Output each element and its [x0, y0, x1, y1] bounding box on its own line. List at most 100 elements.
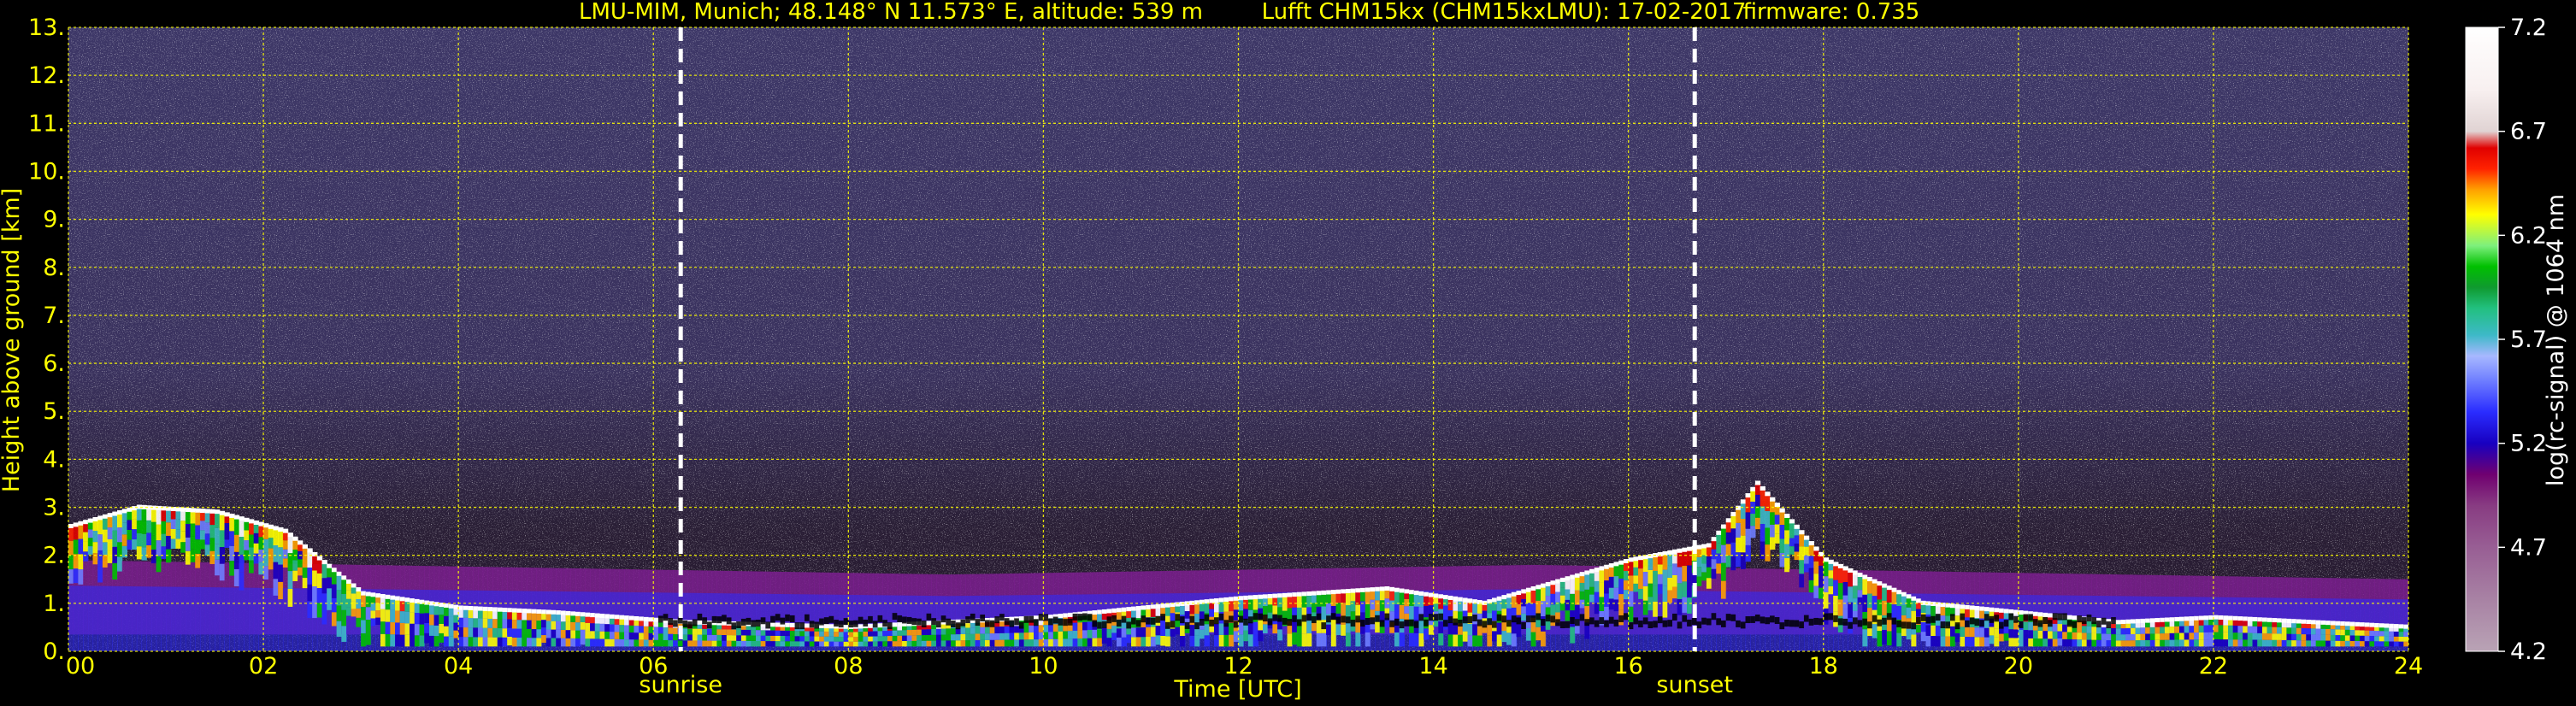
cloud-cell — [882, 631, 888, 637]
cloud-top-cell — [224, 512, 230, 517]
y-tick-label: 10. — [28, 158, 65, 185]
low-layer-cell — [1696, 621, 1702, 629]
cloud-cell — [951, 640, 957, 647]
colorbar-tick-label: 6.2 — [2510, 222, 2547, 249]
cloud-cell — [321, 609, 327, 625]
y-tick-label: 12. — [28, 62, 65, 89]
cloud-top-cell — [1067, 612, 1074, 617]
cloud-top-cell — [2364, 622, 2370, 627]
cloud-cell — [1608, 587, 1615, 599]
cloud-cell — [877, 636, 883, 642]
cloud-cell — [1891, 632, 1897, 647]
low-layer-cell — [1116, 620, 1123, 627]
cloud-cell — [951, 634, 957, 641]
cloud-top-cell — [1111, 608, 1117, 613]
aerosol-cell — [150, 586, 157, 651]
cloud-cell — [2257, 639, 2263, 647]
cloud-cell — [731, 640, 737, 647]
cloud-cell — [341, 626, 347, 642]
cloud-cell — [1706, 567, 1712, 579]
low-layer-cell — [1218, 613, 1224, 621]
cloud-top-cell — [1345, 588, 1352, 593]
cloud-cell — [307, 568, 313, 585]
cloud-cell — [1355, 632, 1361, 647]
cloud-cell — [1916, 624, 1922, 633]
cloud-cell — [2091, 639, 2097, 647]
cloud-top-cell — [1989, 607, 1995, 612]
cloud-top-cell — [2184, 616, 2190, 621]
cloud-cell — [946, 628, 952, 635]
cloud-cell — [1087, 630, 1093, 638]
cloud-cell — [1911, 610, 1917, 623]
cloud-cell — [1574, 590, 1581, 605]
cloud-cell — [419, 613, 425, 625]
cloud-cell — [1633, 575, 1639, 584]
cloud-cell — [1920, 622, 1927, 632]
cloud-cell — [2223, 625, 2229, 632]
cloud-cell — [1638, 568, 1644, 580]
cloud-top-cell — [112, 511, 118, 516]
cloud-cell — [1018, 639, 1025, 647]
cloud-cell — [1662, 553, 1668, 570]
cloud-cell — [1950, 636, 1956, 647]
cloud-cell — [439, 632, 445, 643]
cloud-cell — [906, 635, 913, 641]
cloud-cell — [722, 640, 728, 647]
cloud-cell — [902, 640, 908, 647]
cloud-cell — [248, 521, 255, 535]
y-tick-label: 2. — [43, 543, 65, 569]
cloud-top-cell — [2018, 610, 2025, 615]
low-layer-cell — [1545, 615, 1552, 622]
cloud-cell — [1808, 580, 1814, 593]
cloud-cell — [161, 521, 167, 534]
cloud-top-cell — [868, 623, 874, 628]
cloud-cell — [185, 537, 192, 551]
cloud-cell — [224, 523, 230, 532]
cloud-cell — [127, 539, 133, 550]
colorbar-ticks: 4.24.75.25.76.26.77.2 — [2498, 15, 2547, 665]
cloud-cell — [1296, 594, 1303, 608]
cloud-cell — [2081, 639, 2088, 647]
low-layer-cell — [775, 614, 781, 621]
cloud-cell — [219, 513, 226, 531]
y-tick-label: 0. — [43, 638, 65, 665]
cloud-top-cell — [1979, 606, 1985, 611]
cloud-cell — [395, 610, 401, 623]
cloud-cell — [1121, 637, 1127, 647]
cloud-cell — [370, 603, 376, 611]
cloud-cell — [365, 607, 372, 621]
cloud-cell — [2160, 639, 2166, 647]
cloud-cell — [2194, 639, 2200, 647]
cloud-cell — [278, 530, 284, 548]
cloud-top-cell — [2325, 621, 2331, 626]
cloud-top-cell — [307, 548, 313, 553]
cloud-cell — [1116, 637, 1123, 647]
cloud-top-cell — [1877, 581, 1883, 586]
cloud-cell — [1506, 632, 1512, 645]
cloud-cell — [2077, 632, 2083, 640]
cloud-cell — [2325, 640, 2331, 647]
cloud-cell — [365, 594, 372, 608]
low-layer-cell — [1745, 616, 1751, 624]
cloud-cell — [224, 531, 230, 540]
low-layer-cell — [1223, 620, 1229, 627]
cloud-cell — [487, 618, 493, 628]
cloud-cell — [1613, 587, 1619, 600]
cloud-top-cell — [2032, 611, 2039, 616]
cloud-top-cell — [590, 613, 596, 618]
low-layer-cell — [1813, 617, 1819, 625]
cloud-cell — [1097, 638, 1103, 647]
low-layer-cell — [999, 614, 1005, 621]
cloud-cell — [1682, 597, 1688, 613]
cloud-cell — [906, 630, 913, 636]
low-layer-cell — [805, 614, 811, 621]
cloud-cell — [2189, 632, 2195, 640]
cloud-cell — [2301, 627, 2307, 635]
cloud-top-cell — [2237, 616, 2243, 621]
cloud-cell — [522, 628, 528, 638]
cloud-top-cell — [1321, 590, 1327, 595]
cloud-cell — [1530, 632, 1536, 647]
cloud-cell — [1989, 627, 1995, 636]
cloud-cell — [585, 631, 591, 639]
cloud-top-cell — [1238, 596, 1244, 601]
